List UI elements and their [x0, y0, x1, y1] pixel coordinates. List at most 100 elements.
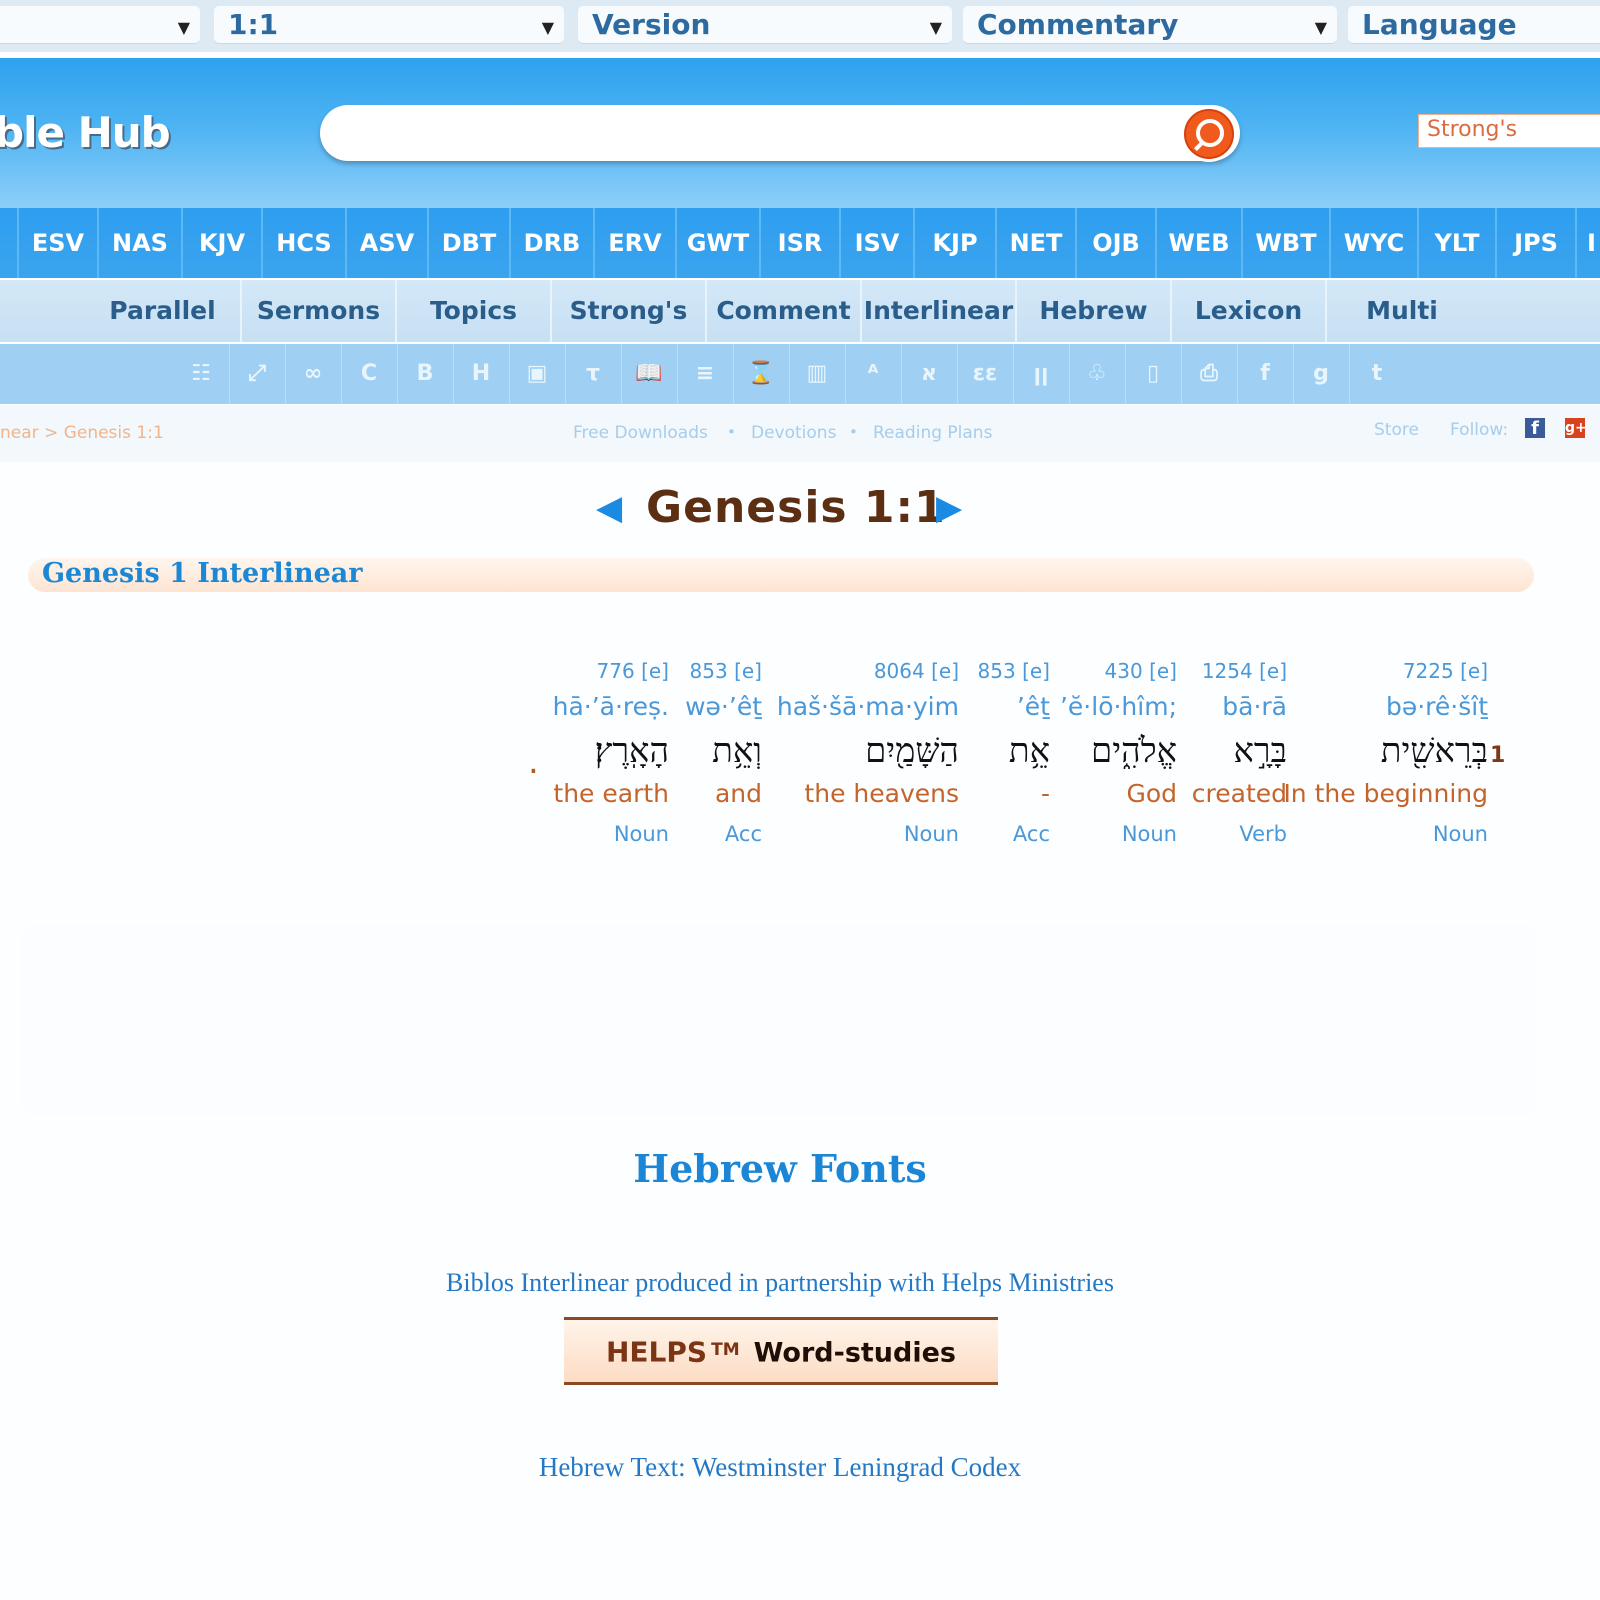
strongs-number[interactable]: 853 [e] — [978, 659, 1050, 683]
tau-icon[interactable]: τ — [565, 344, 622, 404]
transliteration[interactable]: bə·rê·šîṯ — [1283, 692, 1488, 721]
transliteration[interactable]: hā·’ā·reṣ. — [553, 692, 669, 721]
partnership-link[interactable]: Biblos Interlinear produced in partnersh… — [0, 1268, 1560, 1298]
version-gwt[interactable]: GWT — [677, 208, 761, 278]
version-dbt[interactable]: DBT — [429, 208, 511, 278]
version-asv[interactable]: ASV — [347, 208, 429, 278]
verse-number[interactable]: 1 — [1490, 743, 1505, 768]
transliteration[interactable]: ’êṯ — [978, 692, 1050, 721]
nav-parallel[interactable]: Parallel — [85, 280, 242, 342]
version-wyc[interactable]: WYC — [1331, 208, 1419, 278]
strongs-number[interactable]: 1254 [e] — [1192, 659, 1287, 683]
mobile-icon[interactable]: ▯ — [1125, 344, 1182, 404]
nav-sermons[interactable]: Sermons — [242, 280, 397, 342]
hourglass-icon[interactable]: ⌛ — [733, 344, 790, 404]
nav-comment[interactable]: Comment — [707, 280, 862, 342]
hebrew-word[interactable]: בְּרֵאשִׁ֖ית — [1283, 731, 1488, 771]
part-of-speech[interactable]: Noun — [777, 822, 959, 846]
part-of-speech[interactable]: Noun — [1060, 822, 1177, 846]
strongs-number[interactable]: 8064 [e] — [777, 659, 959, 683]
version-web[interactable]: WEB — [1157, 208, 1243, 278]
book-icon[interactable]: 📖 — [621, 344, 678, 404]
strongs-search-field[interactable]: Strong's — [1418, 114, 1600, 148]
search-input[interactable] — [344, 115, 1168, 153]
devotions-link[interactable]: Devotions — [751, 423, 836, 443]
list-icon[interactable]: ☷ — [173, 344, 230, 404]
part-of-speech[interactable]: Verb — [1192, 822, 1287, 846]
nav-multi[interactable]: Multi — [1327, 280, 1477, 342]
version-jps[interactable]: JPS — [1497, 208, 1577, 278]
google-plus-icon[interactable]: g+ — [1565, 418, 1587, 438]
helps-word-studies-banner[interactable]: HELPS TM Word-studies — [564, 1317, 998, 1385]
hebrew-word[interactable]: הָאָֽרֶץ׃ — [553, 731, 669, 771]
nav-hebrew[interactable]: Hebrew — [1017, 280, 1172, 342]
transliteration[interactable]: bā·rā — [1192, 692, 1287, 721]
prev-verse-icon[interactable]: ◀ — [596, 488, 622, 528]
version-erv[interactable]: ERV — [595, 208, 677, 278]
part-of-speech[interactable]: Acc — [978, 822, 1050, 846]
store-link[interactable]: Store — [1374, 420, 1419, 440]
version-select[interactable]: Version ▼ — [578, 6, 952, 44]
transliteration[interactable]: wə·’êṯ — [685, 692, 762, 721]
version-ylt[interactable]: YLT — [1419, 208, 1497, 278]
search-button[interactable] — [1184, 109, 1234, 159]
site-logo[interactable]: ble Hub — [0, 108, 171, 157]
strongs-number[interactable]: 853 [e] — [685, 659, 762, 683]
transliteration[interactable]: ’ĕ·lō·hîm; — [1060, 692, 1177, 721]
nav-strongs[interactable]: Strong's — [552, 280, 707, 342]
strongs-number[interactable]: 430 [e] — [1060, 659, 1177, 683]
bullets-icon[interactable]: ≡ — [677, 344, 734, 404]
free-downloads-link[interactable]: Free Downloads — [573, 423, 708, 443]
facebook-icon[interactable]: f — [1525, 418, 1545, 439]
aleph-icon[interactable]: א — [901, 344, 958, 404]
version-kjv[interactable]: KJV — [183, 208, 263, 278]
book-select[interactable]: ▼ — [0, 6, 200, 44]
b-icon[interactable]: B — [397, 344, 454, 404]
h-icon[interactable]: H — [453, 344, 510, 404]
chapter-verse-select[interactable]: 1:1 ▼ — [214, 6, 564, 44]
language-icon[interactable]: ᴬ — [845, 344, 902, 404]
arrows-icon[interactable]: ⤢ — [229, 344, 286, 404]
image-icon[interactable]: ▣ — [509, 344, 566, 404]
hebrew-fonts-link[interactable]: Hebrew Fonts — [0, 1146, 1560, 1191]
hebrew-word[interactable]: הַשָּׁמַ֖יִם — [777, 731, 959, 771]
version-esv[interactable]: ESV — [19, 208, 99, 278]
strongs-number[interactable]: 7225 [e] — [1283, 659, 1488, 683]
hebrew-word[interactable]: בָּרָ֣א — [1192, 731, 1288, 771]
version-nas[interactable]: NAS — [99, 208, 183, 278]
hebrew-word[interactable]: אֱלֹהִ֑ים — [1060, 731, 1177, 771]
part-of-speech[interactable]: Noun — [1283, 822, 1488, 846]
version-hcs[interactable]: HCS — [263, 208, 347, 278]
part-of-speech[interactable]: Acc — [685, 822, 762, 846]
transliteration[interactable]: haš·šā·ma·yim — [777, 692, 959, 721]
breadcrumb[interactable]: near > Genesis 1:1 — [0, 423, 164, 443]
version-wbt[interactable]: WBT — [1243, 208, 1331, 278]
epsilon-icon[interactable]: εε — [957, 344, 1014, 404]
codex-link[interactable]: Hebrew Text: Westminster Leningrad Codex — [0, 1452, 1560, 1483]
google-plus-icon[interactable]: g — [1293, 344, 1350, 404]
version-more[interactable]: I — [1577, 208, 1600, 278]
nav-lexicon[interactable]: Lexicon — [1172, 280, 1327, 342]
facebook-icon[interactable]: f — [1237, 344, 1294, 404]
part-of-speech[interactable]: Noun — [553, 822, 669, 846]
version-drb[interactable]: DRB — [511, 208, 595, 278]
link-icon[interactable]: ∞ — [285, 344, 342, 404]
strongs-number[interactable]: 776 [e] — [553, 659, 669, 683]
search-box[interactable] — [320, 105, 1240, 161]
commentary-select[interactable]: Commentary ▼ — [963, 6, 1337, 44]
next-verse-icon[interactable]: ▶ — [936, 488, 962, 528]
language-select[interactable]: Language — [1348, 6, 1600, 44]
bar-chart-icon[interactable]: ▥ — [789, 344, 846, 404]
nav-interlinear[interactable]: Interlinear — [862, 280, 1017, 342]
version-kjp[interactable]: KJP — [915, 208, 997, 278]
c-icon[interactable]: C — [341, 344, 398, 404]
version-isv[interactable]: ISV — [841, 208, 915, 278]
version-ojb[interactable]: OJB — [1077, 208, 1157, 278]
version-net[interactable]: NET — [997, 208, 1077, 278]
hebrew-icon[interactable]: ןן — [1013, 344, 1070, 404]
sitemap-icon[interactable]: ♧ — [1069, 344, 1126, 404]
print-icon[interactable]: ⎙ — [1181, 344, 1238, 404]
nav-topics[interactable]: Topics — [397, 280, 552, 342]
version-isr[interactable]: ISR — [761, 208, 841, 278]
hebrew-word[interactable]: אֵ֥ת — [978, 731, 1050, 771]
